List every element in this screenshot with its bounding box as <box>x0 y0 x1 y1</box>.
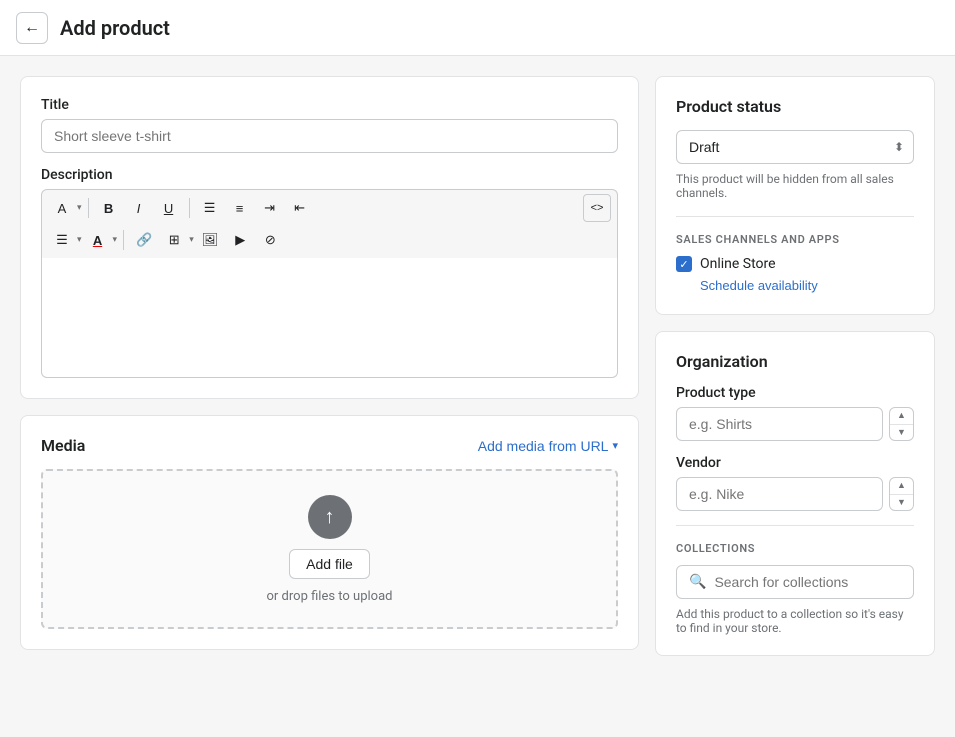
link-icon: 🔗 <box>136 232 152 248</box>
main-layout: Title Description A ▾ <box>0 56 955 676</box>
left-column: Title Description A ▾ <box>20 76 639 656</box>
product-type-field: Product type ▲ ▼ <box>676 385 914 441</box>
table-button[interactable]: ⊞ <box>160 226 188 254</box>
page-title: Add product <box>60 16 170 40</box>
product-type-up-icon: ▲ <box>890 408 913 425</box>
color-arrow-icon[interactable]: ▾ <box>113 235 118 245</box>
product-type-input-group: ▲ ▼ <box>676 407 914 441</box>
vendor-field: Vendor ▲ ▼ <box>676 455 914 511</box>
video-icon: ▶ <box>235 232 245 248</box>
align-group: ☰ ▾ <box>48 226 82 254</box>
add-media-button[interactable]: Add media from URL ▾ <box>478 438 618 454</box>
organization-title: Organization <box>676 352 914 371</box>
indent-icon: ⇥ <box>264 200 275 216</box>
right-column: Product status Draft Active This product… <box>655 76 935 656</box>
vendor-label: Vendor <box>676 455 914 471</box>
sales-channels-heading: SALES CHANNELS AND APPS <box>676 233 914 246</box>
font-group: A ▾ <box>48 194 82 222</box>
description-field: Description A ▾ B <box>41 167 618 378</box>
drop-zone[interactable]: ↑ Add file or drop files to upload <box>41 469 618 629</box>
unordered-list-button[interactable]: ☰ <box>196 194 224 222</box>
indent-button[interactable]: ⇥ <box>256 194 284 222</box>
back-button[interactable]: ← <box>16 12 48 44</box>
schedule-availability-button[interactable]: Schedule availability <box>676 278 818 293</box>
color-group: A ▾ <box>84 226 118 254</box>
add-file-button[interactable]: Add file <box>289 549 370 579</box>
online-store-checkbox[interactable] <box>676 256 692 272</box>
product-type-down-icon: ▼ <box>890 425 913 441</box>
media-title: Media <box>41 436 85 455</box>
top-bar: ← Add product <box>0 0 955 56</box>
collections-heading: COLLECTIONS <box>676 542 914 555</box>
table-arrow-icon[interactable]: ▾ <box>189 235 194 245</box>
image-button[interactable]: 🖼 <box>196 226 225 254</box>
organization-card: Organization Product type ▲ ▼ Vendor <box>655 331 935 656</box>
font-button[interactable]: A <box>48 194 76 222</box>
editor-toolbar: A ▾ B I <box>41 189 618 258</box>
bold-button[interactable]: B <box>95 194 123 222</box>
list-ul-icon: ☰ <box>204 200 216 216</box>
description-label: Description <box>41 167 618 183</box>
toolbar-divider-3 <box>123 230 124 250</box>
italic-button[interactable]: I <box>125 194 153 222</box>
search-icon: 🔍 <box>689 574 706 590</box>
link-button[interactable]: 🔗 <box>130 226 158 254</box>
align-icon: ☰ <box>56 232 68 248</box>
title-input[interactable] <box>41 119 618 153</box>
collections-search-box[interactable]: 🔍 <box>676 565 914 599</box>
add-media-arrow-icon: ▾ <box>612 439 618 452</box>
online-store-row: Online Store <box>676 256 914 272</box>
toolbar-divider-1 <box>88 198 89 218</box>
collections-divider <box>676 525 914 526</box>
toolbar-row-1: A ▾ B I <box>48 194 611 222</box>
color-button[interactable]: A <box>84 226 112 254</box>
align-button[interactable]: ☰ <box>48 226 76 254</box>
toolbar-divider-2 <box>189 198 190 218</box>
sales-divider <box>676 216 914 217</box>
title-label: Title <box>41 97 618 113</box>
outdent-icon: ⇤ <box>294 200 305 216</box>
product-type-input[interactable] <box>676 407 883 441</box>
title-field: Title <box>41 97 618 153</box>
vendor-stepper[interactable]: ▲ ▼ <box>889 477 914 511</box>
list-ol-icon: ≡ <box>236 201 244 216</box>
online-store-label: Online Store <box>700 256 776 272</box>
upload-icon: ↑ <box>308 495 352 539</box>
outdent-button[interactable]: ⇤ <box>286 194 314 222</box>
status-select-wrapper: Draft Active <box>676 130 914 164</box>
vendor-down-icon: ▼ <box>890 495 913 511</box>
product-type-label: Product type <box>676 385 914 401</box>
media-header: Media Add media from URL ▾ <box>41 436 618 455</box>
back-icon: ← <box>24 19 40 37</box>
product-status-title: Product status <box>676 97 914 116</box>
vendor-input[interactable] <box>676 477 883 511</box>
image-icon: 🖼 <box>202 232 219 248</box>
table-icon: ⊞ <box>169 232 180 248</box>
block-icon: ⊘ <box>265 232 276 248</box>
status-select[interactable]: Draft Active <box>676 130 914 164</box>
block-button[interactable]: ⊘ <box>256 226 284 254</box>
table-group: ⊞ ▾ <box>160 226 194 254</box>
product-status-card: Product status Draft Active This product… <box>655 76 935 315</box>
description-editor[interactable] <box>41 258 618 378</box>
ordered-list-button[interactable]: ≡ <box>226 194 254 222</box>
media-card: Media Add media from URL ▾ ↑ Add file or… <box>20 415 639 650</box>
product-type-stepper[interactable]: ▲ ▼ <box>889 407 914 441</box>
vendor-up-icon: ▲ <box>890 478 913 495</box>
video-button[interactable]: ▶ <box>226 226 254 254</box>
product-details-card: Title Description A ▾ <box>20 76 639 399</box>
toolbar-row-2: ☰ ▾ A ▾ <box>48 226 611 254</box>
font-arrow-icon[interactable]: ▾ <box>77 203 82 213</box>
align-arrow-icon[interactable]: ▾ <box>77 235 82 245</box>
status-hint: This product will be hidden from all sal… <box>676 172 914 200</box>
code-button[interactable]: <> <box>583 194 611 222</box>
vendor-input-group: ▲ ▼ <box>676 477 914 511</box>
drop-hint: or drop files to upload <box>267 589 393 604</box>
collections-search-input[interactable] <box>714 574 901 590</box>
collections-hint: Add this product to a collection so it's… <box>676 607 914 635</box>
underline-button[interactable]: U <box>155 194 183 222</box>
